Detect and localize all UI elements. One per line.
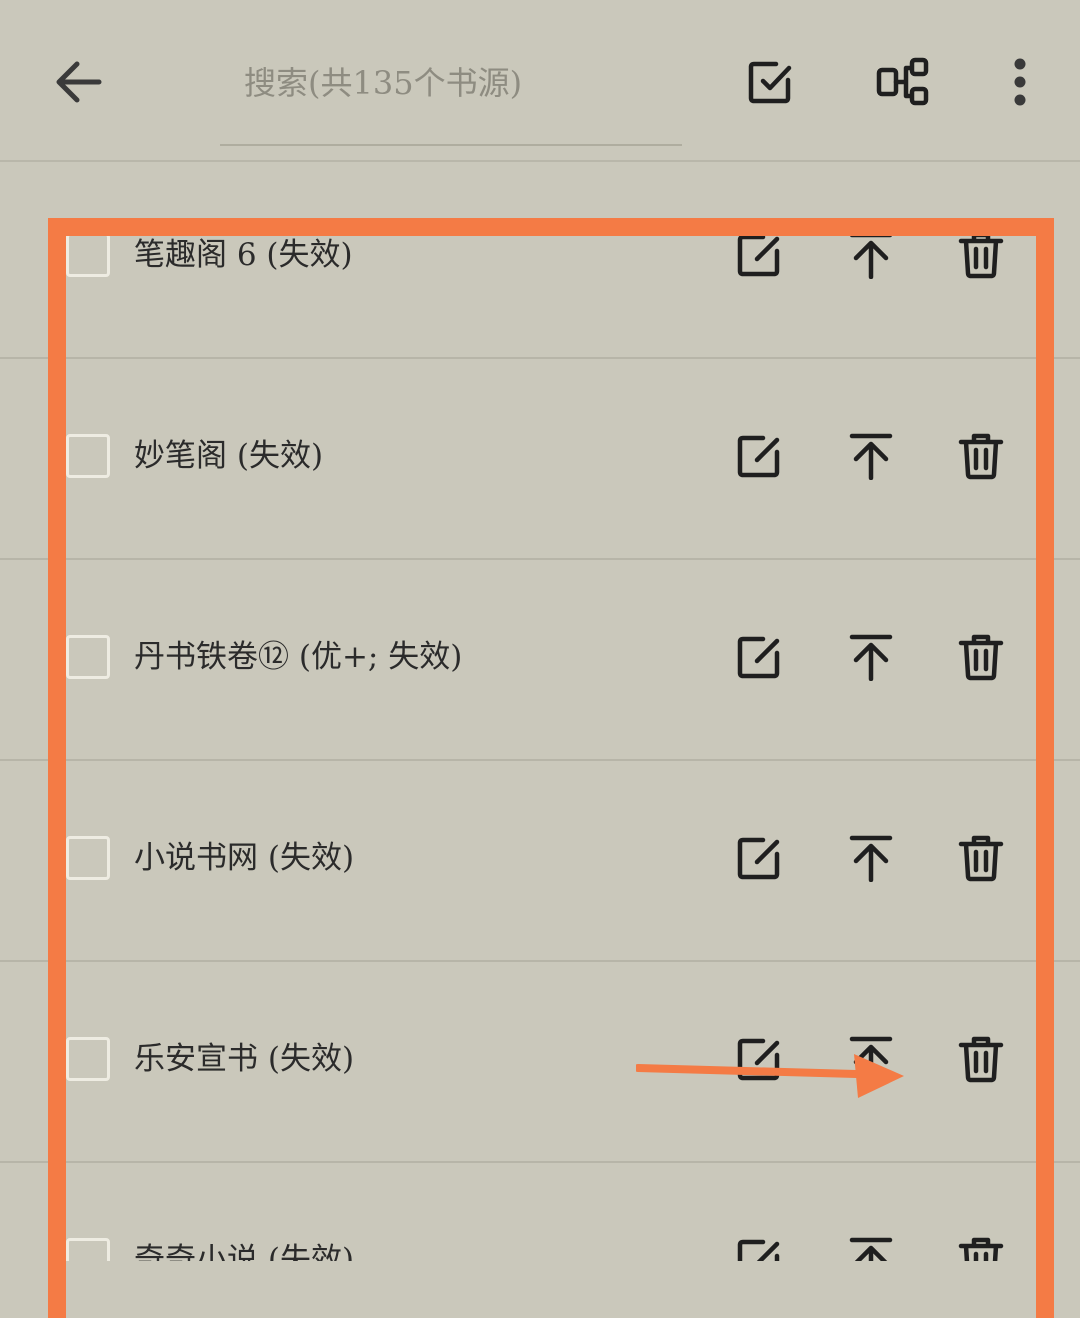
move-to-top-icon bbox=[849, 232, 893, 279]
search-bar bbox=[220, 40, 682, 146]
group-button[interactable] bbox=[870, 50, 934, 114]
edit-icon bbox=[737, 1038, 780, 1081]
trash-icon bbox=[958, 1036, 1004, 1083]
group-icon bbox=[876, 57, 929, 106]
trash-icon bbox=[958, 835, 1004, 882]
book-source-list: 笔趣阁 6 (失效) 妙笔阁 (失效) 丹书铁卷⑫ (优+; 失效) 小说书网 … bbox=[0, 162, 1080, 1261]
trash-icon bbox=[958, 433, 1004, 480]
list-item[interactable]: 奇奇小说 (失效) bbox=[0, 1164, 1080, 1261]
source-checkbox[interactable] bbox=[66, 434, 110, 478]
source-checkbox[interactable] bbox=[66, 635, 110, 679]
source-checkbox[interactable] bbox=[66, 1037, 110, 1081]
edit-icon bbox=[737, 435, 780, 478]
edit-button[interactable] bbox=[729, 1230, 789, 1261]
edit-button[interactable] bbox=[729, 1029, 789, 1089]
trash-icon bbox=[958, 1237, 1004, 1261]
source-name: 乐安宣书 (失效) bbox=[134, 1041, 355, 1077]
move-to-top-icon bbox=[849, 1036, 893, 1083]
source-name: 妙笔阁 (失效) bbox=[134, 438, 324, 474]
source-name: 丹书铁卷⑫ (优+; 失效) bbox=[134, 639, 463, 675]
back-button[interactable] bbox=[46, 50, 110, 114]
select-all-button[interactable] bbox=[738, 50, 802, 114]
edit-button[interactable] bbox=[729, 426, 789, 486]
source-checkbox[interactable] bbox=[66, 836, 110, 880]
move-to-top-icon bbox=[849, 433, 893, 480]
source-checkbox[interactable] bbox=[66, 233, 110, 277]
move-to-top-button[interactable] bbox=[841, 426, 901, 486]
source-name: 小说书网 (失效) bbox=[134, 840, 355, 876]
move-to-top-icon bbox=[849, 835, 893, 882]
trash-icon bbox=[958, 232, 1004, 279]
list-item[interactable]: 妙笔阁 (失效) bbox=[0, 360, 1080, 560]
delete-button[interactable] bbox=[951, 828, 1011, 888]
search-input[interactable] bbox=[242, 54, 666, 112]
delete-button[interactable] bbox=[951, 426, 1011, 486]
edit-button[interactable] bbox=[729, 627, 789, 687]
move-to-top-button[interactable] bbox=[841, 225, 901, 285]
checkbox-edit-icon bbox=[748, 61, 792, 104]
edit-icon bbox=[737, 234, 780, 277]
move-to-top-button[interactable] bbox=[841, 1230, 901, 1261]
edit-icon bbox=[737, 837, 780, 880]
delete-button[interactable] bbox=[951, 1230, 1011, 1261]
app-bar bbox=[0, 0, 1080, 162]
more-vert-icon bbox=[1014, 58, 1026, 106]
list-item[interactable]: 乐安宣书 (失效) bbox=[0, 963, 1080, 1163]
arrow-left-icon bbox=[56, 61, 102, 103]
move-to-top-button[interactable] bbox=[841, 627, 901, 687]
source-checkbox[interactable] bbox=[66, 1238, 110, 1261]
move-to-top-button[interactable] bbox=[841, 828, 901, 888]
source-name: 笔趣阁 6 (失效) bbox=[134, 237, 353, 273]
edit-button[interactable] bbox=[729, 225, 789, 285]
list-item[interactable]: 小说书网 (失效) bbox=[0, 762, 1080, 962]
list-item[interactable]: 笔趣阁 6 (失效) bbox=[0, 162, 1080, 359]
edit-icon bbox=[737, 636, 780, 679]
list-item[interactable]: 丹书铁卷⑫ (优+; 失效) bbox=[0, 561, 1080, 761]
source-name: 奇奇小说 (失效) bbox=[134, 1242, 355, 1261]
edit-button[interactable] bbox=[729, 828, 789, 888]
edit-icon bbox=[737, 1239, 780, 1261]
move-to-top-icon bbox=[849, 1237, 893, 1261]
delete-button[interactable] bbox=[951, 1029, 1011, 1089]
more-options-button[interactable] bbox=[988, 50, 1052, 114]
move-to-top-button[interactable] bbox=[841, 1029, 901, 1089]
delete-button[interactable] bbox=[951, 627, 1011, 687]
move-to-top-icon bbox=[849, 634, 893, 681]
delete-button[interactable] bbox=[951, 225, 1011, 285]
trash-icon bbox=[958, 634, 1004, 681]
